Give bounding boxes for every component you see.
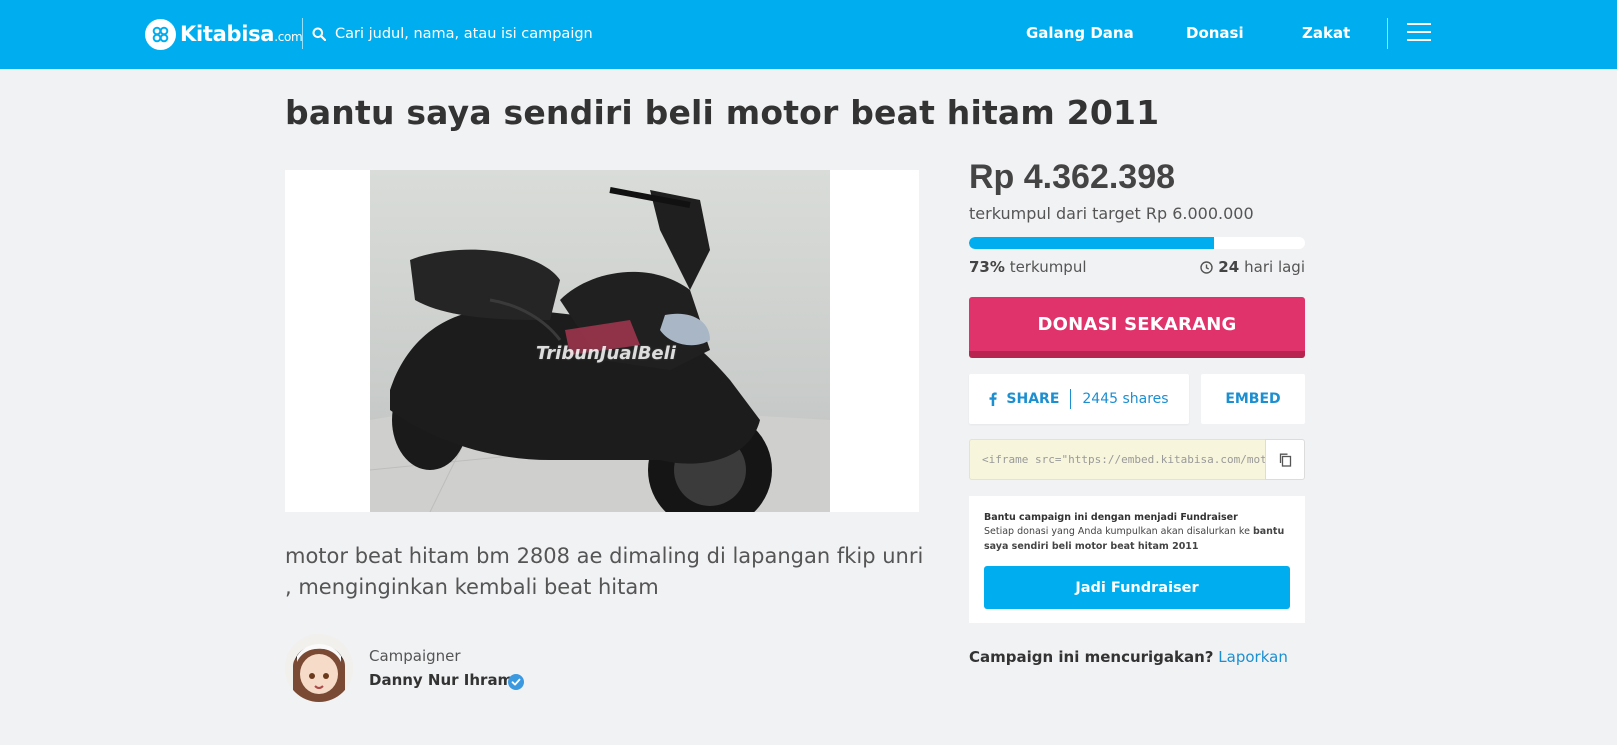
progress-fill — [969, 237, 1215, 249]
logo-wordmark: Kitabisa.com — [180, 22, 303, 46]
verified-badge-icon — [508, 674, 524, 690]
report-campaign: Campaign ini mencurigakan? Laporkan — [969, 648, 1288, 666]
motorcycle-photo: TribunJualBeli — [370, 170, 830, 512]
header-divider — [302, 18, 303, 49]
search-icon — [312, 27, 326, 41]
donation-target: terkumpul dari target Rp 6.000.000 — [969, 204, 1254, 223]
share-count: 2445 shares — [1082, 391, 1169, 407]
fundraiser-heading: Bantu campaign ini dengan menjadi Fundra… — [984, 512, 1238, 523]
campaigner-role: Campaigner — [369, 647, 461, 665]
fundraiser-text: Setiap donasi yang Anda kumpulkan akan d… — [984, 526, 1285, 552]
facebook-share-button[interactable]: SHARE 2445 shares — [969, 374, 1189, 424]
fundraiser-box: Bantu campaign ini dengan menjadi Fundra… — [969, 496, 1305, 623]
search-input[interactable] — [335, 26, 835, 42]
header-divider — [1387, 18, 1388, 49]
nav-zakat[interactable]: Zakat — [1302, 24, 1350, 42]
report-question: Campaign ini mencurigakan? — [969, 648, 1214, 666]
clock-icon — [1200, 260, 1213, 274]
campaign-title: bantu saya sendiri beli motor beat hitam… — [285, 93, 1160, 132]
hamburger-menu-icon[interactable] — [1407, 23, 1431, 43]
days-remaining: 24 hari lagi — [1200, 258, 1305, 276]
campaigner-name[interactable]: Danny Nur Ihram — [369, 671, 513, 689]
donation-progress-bar — [969, 237, 1305, 249]
nav-galang-dana[interactable]: Galang Dana — [1026, 24, 1134, 42]
image-watermark: TribunJualBeli — [536, 343, 676, 364]
nav-donasi[interactable]: Donasi — [1186, 24, 1244, 42]
report-link[interactable]: Laporkan — [1218, 648, 1288, 666]
copy-icon — [1279, 453, 1291, 467]
embed-code-field[interactable]: <iframe src="https://embed.kitabisa.com/… — [969, 439, 1266, 480]
copy-embed-button[interactable] — [1265, 439, 1305, 480]
campaign-image: TribunJualBeli — [285, 170, 919, 512]
percent-collected: 73% terkumpul — [969, 258, 1087, 276]
logo-icon — [145, 18, 176, 50]
donate-now-button[interactable]: DONASI SEKARANG — [969, 297, 1305, 358]
facebook-icon — [989, 392, 998, 406]
share-separator — [1070, 389, 1072, 409]
donation-amount: Rp 4.362.398 — [969, 158, 1176, 196]
campaign-description: motor beat hitam bm 2808 ae dimaling di … — [285, 544, 924, 599]
share-label: SHARE — [1006, 391, 1060, 407]
search-bar[interactable] — [312, 22, 872, 46]
top-navbar: Kitabisa.com Galang Dana Donasi Zakat — [0, 0, 1617, 69]
embed-button[interactable]: EMBED — [1201, 374, 1305, 424]
campaigner-avatar[interactable] — [285, 634, 353, 702]
kitabisa-logo[interactable]: Kitabisa.com — [145, 18, 303, 50]
become-fundraiser-button[interactable]: Jadi Fundraiser — [984, 566, 1290, 609]
